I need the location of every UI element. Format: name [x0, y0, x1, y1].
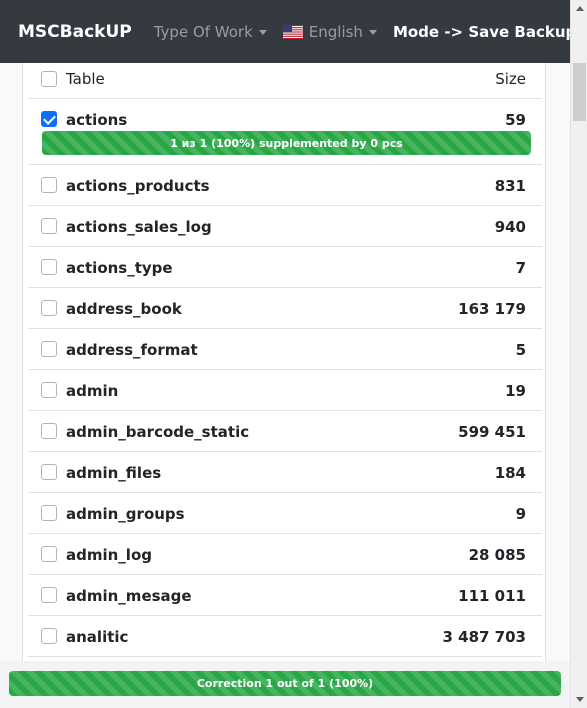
row-progress-label: 1 из 1 (100%) supplemented by 0 pcs [170, 136, 403, 150]
table-header-size: Size [495, 70, 526, 88]
table-row[interactable]: address_book 163 179 [28, 288, 542, 329]
row-checkbox[interactable] [41, 177, 57, 193]
row-size: 163 179 [458, 300, 526, 318]
row-size: 940 [494, 218, 526, 236]
row-name: admin_files [66, 464, 162, 482]
row-name: address_format [66, 341, 198, 359]
row-size: 9 [515, 505, 526, 523]
language-dropdown[interactable]: English [282, 22, 377, 41]
footer-progress-label: Correction 1 out of 1 (100%) [196, 677, 374, 690]
row-size: 5 [515, 341, 526, 359]
table-row[interactable]: actions_sales_log 940 [28, 206, 542, 247]
row-name: admin_mesage [66, 587, 192, 605]
vertical-scrollbar[interactable] [570, 0, 587, 708]
table-row[interactable]: admin_files 184 [28, 452, 542, 493]
brand-title[interactable]: MSCBackUP [18, 22, 132, 42]
row-size: 59 [505, 111, 526, 129]
table-row[interactable]: admin_mesage 111 011 [28, 575, 542, 616]
row-checkbox[interactable] [41, 300, 57, 316]
table-row[interactable]: admin_groups 9 [28, 493, 542, 534]
row-size: 3 487 703 [442, 628, 526, 646]
row-size: 831 [494, 177, 526, 195]
row-checkbox[interactable] [41, 423, 57, 439]
row-name: admin_groups [66, 505, 185, 523]
row-checkbox[interactable] [41, 628, 57, 644]
table-row[interactable]: actions 59 1 из 1 (100%) supplemented by… [28, 99, 542, 165]
table-row[interactable]: analitic 3 487 703 [28, 616, 542, 657]
table-header: Table Size [28, 63, 542, 99]
table-header-name: Table [66, 70, 105, 88]
row-name: actions_sales_log [66, 218, 212, 236]
footer-progress-bar: Correction 1 out of 1 (100%) [9, 671, 561, 696]
scroll-up-arrow-icon[interactable] [571, 0, 587, 17]
us-flag-icon [282, 24, 303, 39]
table-scroll-area[interactable]: Table Size actions 59 1 из 1 (100%) supp… [0, 63, 570, 661]
chevron-down-icon [258, 30, 267, 35]
row-checkbox[interactable] [41, 587, 57, 603]
row-size: 7 [515, 259, 526, 277]
row-name: admin_barcode_static [66, 423, 250, 441]
row-name: admin_log [66, 546, 152, 564]
row-name: analitic [66, 628, 129, 646]
type-of-work-label: Type Of Work [153, 22, 253, 41]
mode-indicator[interactable]: Mode -> Save Backup [393, 23, 576, 41]
row-size: 111 011 [458, 587, 526, 605]
table-row[interactable]: admin_log 28 085 [28, 534, 542, 575]
scrollbar-thumb[interactable] [573, 63, 586, 121]
table-row[interactable]: admin_barcode_static 599 451 [28, 411, 542, 452]
row-checkbox[interactable] [41, 382, 57, 398]
select-all-checkbox[interactable] [41, 71, 57, 87]
row-name: actions_products [66, 177, 210, 195]
row-checkbox[interactable] [41, 111, 57, 127]
row-name: actions [66, 111, 128, 129]
table-row[interactable]: actions_type 7 [28, 247, 542, 288]
row-checkbox[interactable] [41, 259, 57, 275]
scroll-down-arrow-icon[interactable] [571, 691, 587, 708]
table-row[interactable]: admin 19 [28, 370, 542, 411]
row-checkbox[interactable] [41, 464, 57, 480]
type-of-work-dropdown[interactable]: Type Of Work [154, 23, 267, 41]
row-size: 19 [505, 382, 526, 400]
row-checkbox[interactable] [41, 341, 57, 357]
footer-bar: Correction 1 out of 1 (100%) [0, 661, 570, 708]
row-checkbox[interactable] [41, 218, 57, 234]
navbar: MSCBackUP Type Of Work English Mode -> S… [0, 0, 576, 63]
chevron-down-icon [368, 30, 377, 35]
language-label: English [308, 22, 363, 41]
table-row[interactable]: address_format 5 [28, 329, 542, 370]
row-size: 184 [494, 464, 526, 482]
row-progress-bar: 1 из 1 (100%) supplemented by 0 pcs [42, 131, 531, 155]
row-size: 599 451 [458, 423, 526, 441]
row-checkbox[interactable] [41, 505, 57, 521]
row-name: admin [66, 382, 119, 400]
row-size: 28 085 [468, 546, 526, 564]
row-name: address_book [66, 300, 182, 318]
row-name: actions_type [66, 259, 173, 277]
table-row[interactable]: actions_products 831 [28, 165, 542, 206]
row-checkbox[interactable] [41, 546, 57, 562]
table-card: Table Size actions 59 1 из 1 (100%) supp… [22, 63, 546, 661]
